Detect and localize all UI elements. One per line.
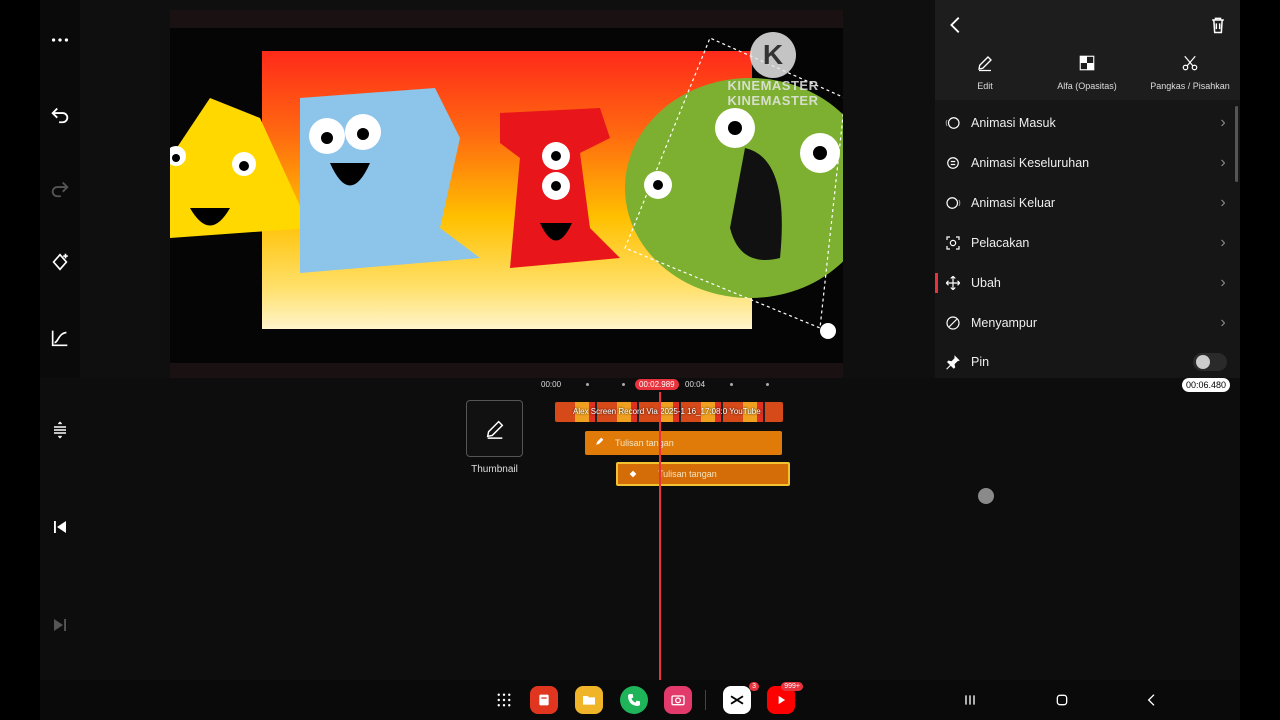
animation-out-icon bbox=[935, 194, 971, 212]
handwriting-clip[interactable]: Tulisan tangan bbox=[585, 431, 782, 455]
tracking-icon bbox=[935, 234, 971, 252]
more-menu-icon[interactable] bbox=[40, 20, 80, 60]
jump-to-start-icon[interactable] bbox=[48, 515, 72, 539]
keyframe-icon[interactable] bbox=[40, 242, 80, 282]
trim-split-button[interactable]: Pangkas / Pisahkan bbox=[1145, 54, 1235, 94]
pin-label: Pin bbox=[971, 355, 990, 369]
ruler-dot bbox=[586, 383, 589, 386]
handwriting-clip-selected[interactable]: Tulisan tangan bbox=[616, 462, 790, 486]
animation-in-icon bbox=[935, 114, 971, 132]
total-duration: 00:06.480 bbox=[1182, 378, 1231, 392]
animation-overall-label: Animasi Keseluruhan bbox=[971, 156, 1090, 170]
system-nav-bar: 3 999+ bbox=[40, 680, 1240, 720]
chevron-right-icon: › bbox=[1220, 194, 1226, 211]
jump-to-end-icon[interactable] bbox=[48, 613, 72, 637]
panel-scrollbar[interactable] bbox=[1235, 106, 1238, 182]
watermark-logo: K bbox=[750, 32, 796, 78]
menu-item-animation-overall[interactable]: Animasi Keseluruhan › bbox=[935, 144, 1235, 182]
apps-grid-icon[interactable] bbox=[490, 686, 518, 714]
pin-icon bbox=[935, 353, 971, 371]
scissors-icon bbox=[1182, 55, 1198, 71]
menu-item-animation-out[interactable]: Animasi Keluar › bbox=[935, 184, 1235, 222]
redo-icon[interactable] bbox=[40, 168, 80, 208]
back-icon[interactable] bbox=[945, 14, 967, 36]
edit-label: Edit bbox=[977, 81, 993, 91]
watermark-text-secondary: KINEMASTER bbox=[727, 93, 819, 108]
recent-apps-icon[interactable] bbox=[960, 690, 980, 710]
transform-label: Ubah bbox=[971, 276, 1001, 290]
animation-overall-icon bbox=[935, 154, 971, 172]
handwriting-clip-label: Tulisan tangan bbox=[658, 469, 717, 479]
handwriting-clip-label: Tulisan tangan bbox=[615, 438, 674, 448]
pencil-icon bbox=[486, 420, 503, 439]
preview-area: K KINEMASTER KINEMASTER bbox=[80, 0, 935, 378]
chevron-right-icon: › bbox=[1220, 154, 1226, 171]
playhead-time: 00:02.989 bbox=[635, 379, 679, 390]
undo-icon[interactable] bbox=[40, 94, 80, 134]
notes-app-icon[interactable] bbox=[530, 686, 558, 714]
kinemaster-watermark: K KINEMASTER KINEMASTER bbox=[713, 32, 833, 108]
track-height-icon[interactable] bbox=[48, 418, 72, 442]
pencil-icon bbox=[978, 56, 992, 72]
animation-out-label: Animasi Keluar bbox=[971, 196, 1056, 210]
camera-app-icon[interactable] bbox=[664, 686, 692, 714]
pin-toggle[interactable] bbox=[1193, 353, 1227, 371]
thumbnail-button[interactable] bbox=[466, 400, 523, 457]
layer-options-panel: Edit Alfa (Opasitas) Pangkas / Pisahkan … bbox=[935, 0, 1240, 378]
youtube-badge: 999+ bbox=[781, 682, 803, 691]
alpha-label: Alfa (Opasitas) bbox=[1057, 81, 1117, 91]
thumbnail-label: Thumbnail bbox=[471, 464, 518, 475]
phone-app-icon[interactable] bbox=[620, 686, 648, 714]
chevron-right-icon: › bbox=[1220, 114, 1226, 131]
menu-item-animation-in[interactable]: Animasi Masuk › bbox=[935, 104, 1235, 142]
chevron-right-icon: › bbox=[1220, 234, 1226, 251]
alpha-opacity-button[interactable]: Alfa (Opasitas) bbox=[1042, 54, 1132, 94]
menu-item-pin[interactable]: Pin bbox=[935, 343, 1235, 381]
edit-button[interactable]: Edit bbox=[940, 54, 1030, 94]
ruler-label: 00:00 bbox=[541, 380, 562, 389]
panel-header: Edit Alfa (Opasitas) Pangkas / Pisahkan bbox=[935, 0, 1240, 100]
animation-in-label: Animasi Masuk bbox=[971, 116, 1056, 130]
video-clip-label: Alex Screen Record Via 2025-1 16_17:08:0… bbox=[573, 407, 761, 416]
dock-divider bbox=[705, 690, 706, 710]
video-clip[interactable]: Alex Screen Record Via 2025-1 16_17:08:0… bbox=[555, 402, 783, 422]
playhead[interactable] bbox=[659, 392, 661, 680]
tracking-label: Pelacakan bbox=[971, 236, 1030, 250]
menu-item-transform[interactable]: Ubah › bbox=[935, 264, 1235, 302]
ruler-dot bbox=[730, 383, 733, 386]
capcut-app-icon[interactable]: 3 bbox=[723, 682, 759, 714]
back-nav-icon[interactable] bbox=[1142, 690, 1162, 710]
home-icon[interactable] bbox=[1052, 690, 1072, 710]
blend-icon bbox=[935, 314, 971, 332]
ruler-label: 00:04 bbox=[685, 380, 706, 389]
video-preview[interactable]: K KINEMASTER KINEMASTER bbox=[170, 28, 843, 363]
ruler-dot bbox=[622, 383, 625, 386]
timeline: 00:00 00:04 00:02.989 Thumbnail Alex Scr… bbox=[40, 378, 1240, 680]
pen-icon bbox=[596, 437, 604, 445]
chevron-right-icon: › bbox=[1220, 274, 1226, 291]
chevron-right-icon: › bbox=[1220, 314, 1226, 331]
files-app-icon[interactable] bbox=[575, 686, 603, 714]
speed-curve-icon[interactable] bbox=[40, 318, 80, 358]
youtube-app-icon[interactable]: 999+ bbox=[767, 682, 803, 714]
checkerboard-icon bbox=[1079, 55, 1095, 71]
delete-icon[interactable] bbox=[1208, 14, 1228, 36]
trim-split-label: Pangkas / Pisahkan bbox=[1150, 81, 1230, 91]
transform-icon bbox=[935, 274, 971, 292]
keyframe-diamond-icon bbox=[629, 470, 637, 478]
ruler-dot bbox=[766, 383, 769, 386]
blend-label: Menyampur bbox=[971, 316, 1037, 330]
menu-item-tracking[interactable]: Pelacakan › bbox=[935, 224, 1235, 262]
watermark-text: KINEMASTER bbox=[727, 78, 819, 93]
touch-indicator bbox=[978, 488, 994, 504]
capcut-badge: 3 bbox=[749, 682, 759, 691]
menu-item-blend[interactable]: Menyampur › bbox=[935, 304, 1235, 342]
